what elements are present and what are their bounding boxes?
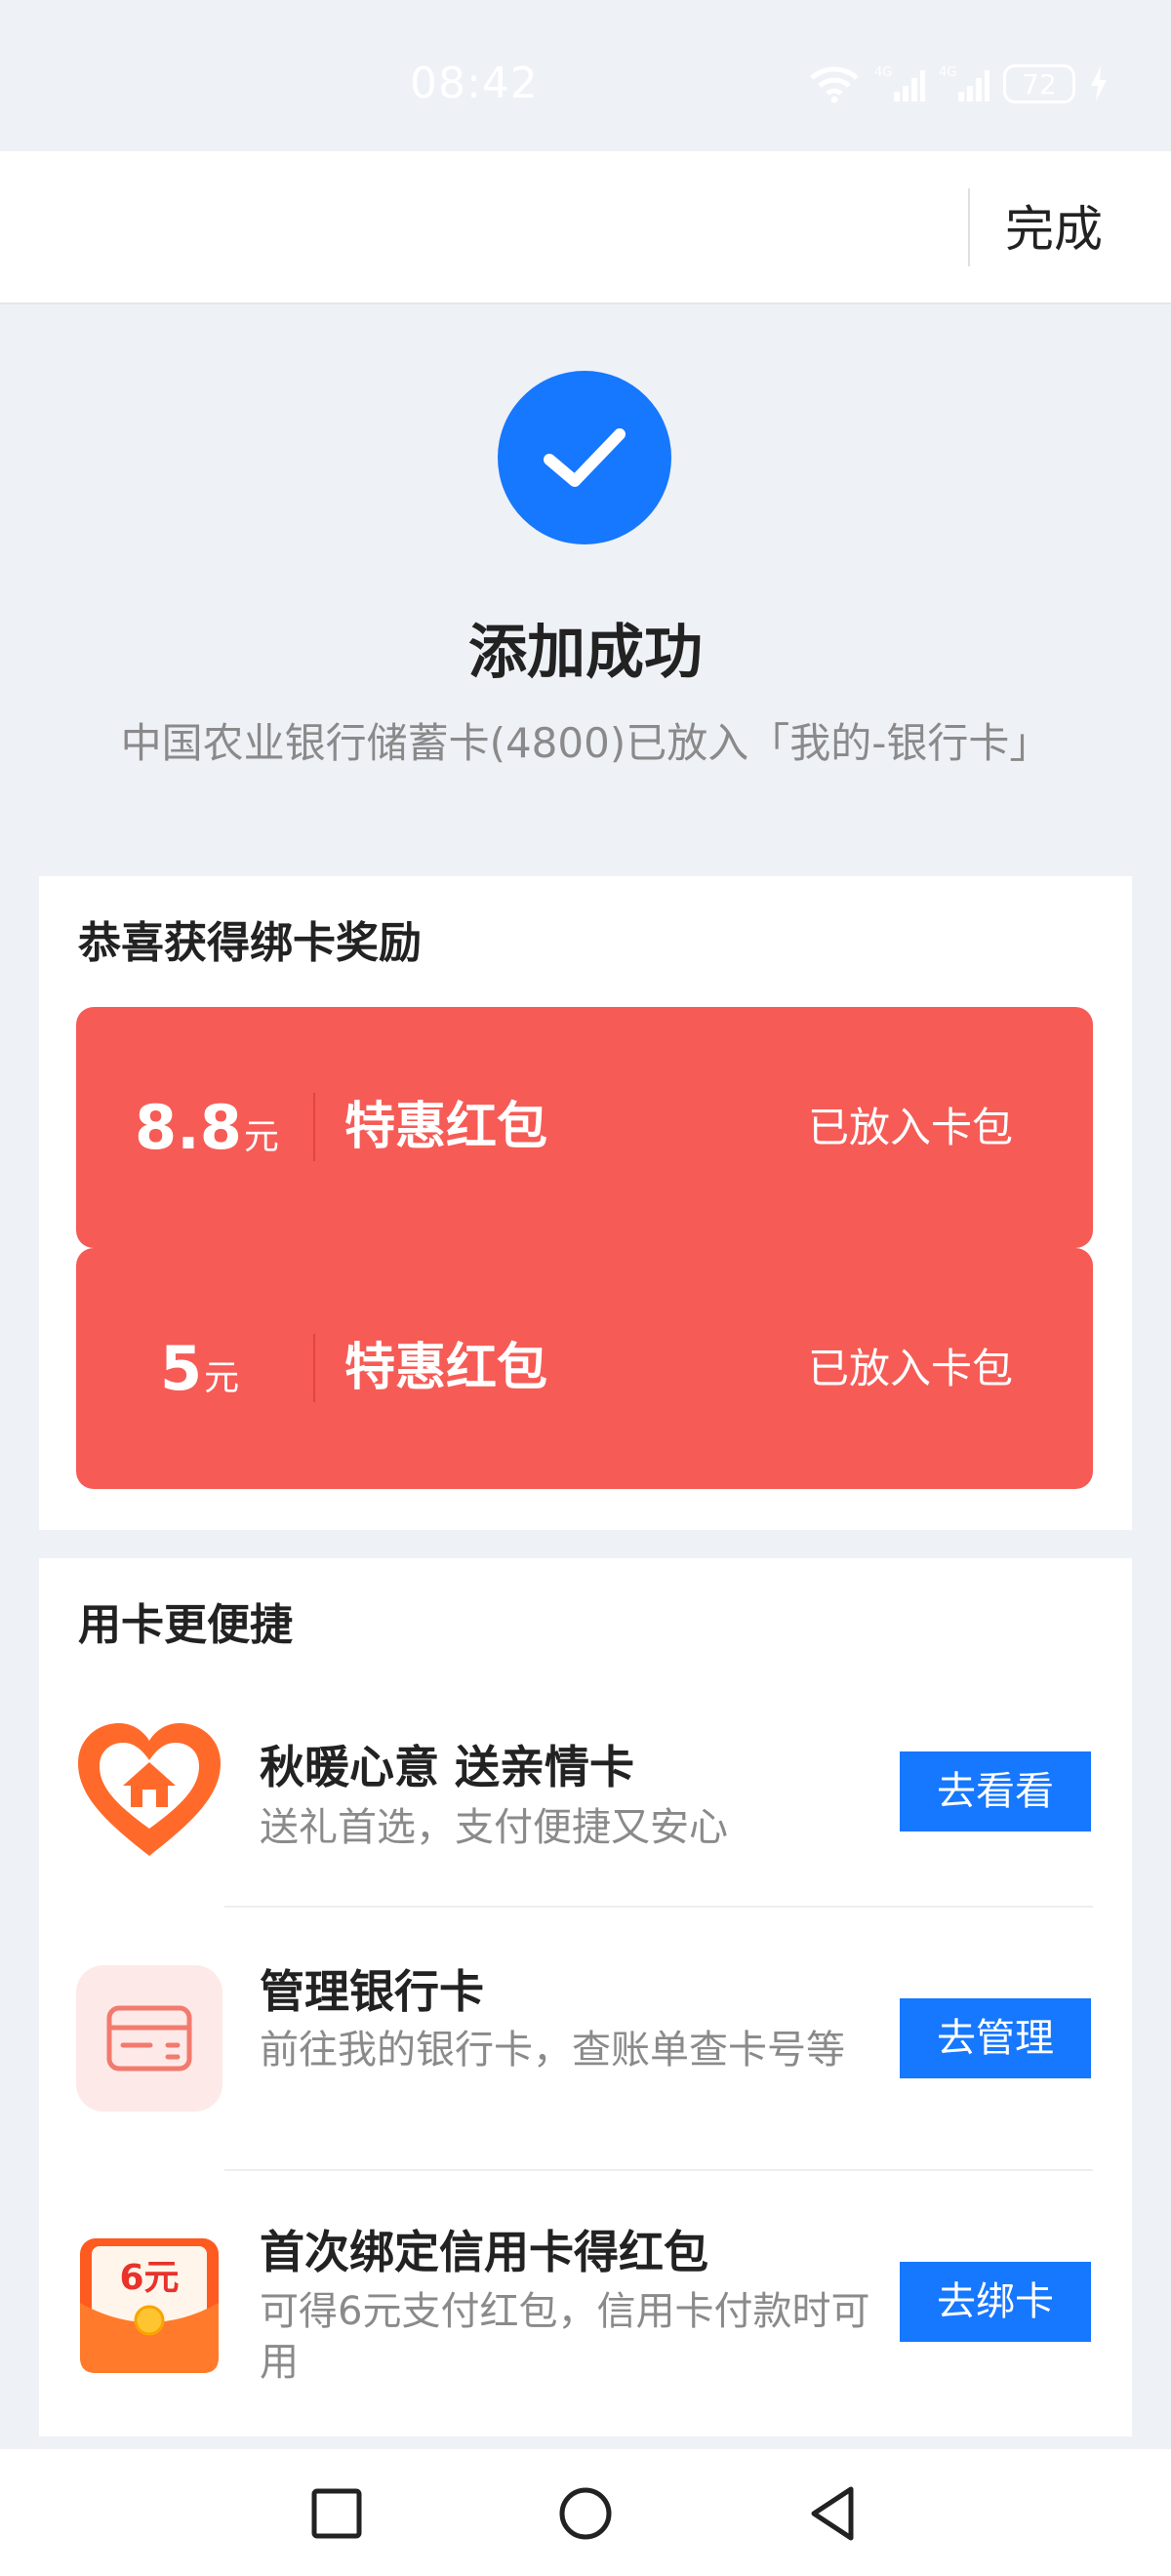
network-label-2: 4G	[939, 65, 956, 80]
recent-apps-icon[interactable]	[304, 2481, 369, 2546]
view-button[interactable]: 去看看	[900, 1751, 1091, 1831]
success-subtitle: 中国农业银行储蓄卡(4800)已放入「我的-银行卡」	[120, 719, 1051, 767]
top-bar: 完成	[0, 151, 1171, 304]
coupon-status: 已放入卡包	[807, 1104, 1013, 1151]
feature-desc: 可得6元支付红包，信用卡付款时可用	[260, 2289, 870, 2385]
feature-desc: 送礼首选，支付便捷又安心	[260, 1805, 728, 1850]
home-icon[interactable]	[553, 2481, 618, 2546]
quick-card: 用卡更便捷 秋暖心意 送亲情卡 送礼首选，支付便捷又安心 去看看 管理银行卡 前…	[39, 1558, 1132, 2436]
battery-icon: 72	[1003, 64, 1075, 103]
coupon-divider	[313, 1093, 315, 1161]
status-icons: 4G 4G 72	[808, 60, 1109, 107]
coupon-amount-unit: 元	[243, 1117, 279, 1157]
success-title: 添加成功	[468, 619, 703, 687]
bind-card-button[interactable]: 去绑卡	[900, 2262, 1091, 2342]
back-icon[interactable]	[802, 2481, 867, 2546]
signal-4g-icon: 4G	[939, 64, 989, 103]
top-bar-divider	[968, 188, 970, 266]
divider	[224, 1906, 1093, 1908]
feature-title: 首次绑定信用卡得红包	[260, 2226, 708, 2278]
reward-card: 恭喜获得绑卡奖励 8.8元 特惠红包 已放入卡包 5元 特惠红包 已放入卡包	[39, 876, 1132, 1530]
nav-bar	[0, 2449, 1171, 2576]
network-label-1: 4G	[874, 65, 892, 80]
charging-icon	[1089, 64, 1109, 103]
red-envelope-icon: 6元	[76, 2234, 222, 2381]
envelope-badge: 6元	[119, 2258, 179, 2298]
coupon-amount: 5元	[160, 1248, 239, 1489]
coupon-amount: 8.8元	[135, 1007, 279, 1248]
reward-title: 恭喜获得绑卡奖励	[78, 918, 422, 968]
heart-home-icon	[76, 1719, 222, 1866]
divider	[224, 2169, 1093, 2171]
coupon-name: 特惠红包	[344, 1098, 548, 1156]
bank-card-icon	[76, 1965, 222, 2112]
coupon-amount-value: 8.8	[135, 1092, 242, 1163]
manage-button[interactable]: 去管理	[900, 1998, 1091, 2078]
feature-title: 管理银行卡	[260, 1965, 484, 2018]
coupon-amount-value: 5	[160, 1333, 203, 1404]
coupon-divider	[313, 1334, 315, 1402]
status-bar: 08:42 4G 4G 72	[0, 0, 1171, 151]
signal-4g-icon: 4G	[874, 64, 925, 103]
done-button[interactable]: 完成	[1005, 190, 1103, 268]
coupon-amount-unit: 元	[204, 1358, 240, 1398]
coupon-card: 5元 特惠红包 已放入卡包	[76, 1248, 1093, 1489]
coupon-card: 8.8元 特惠红包 已放入卡包	[76, 1007, 1093, 1248]
quick-title: 用卡更便捷	[78, 1600, 293, 1650]
status-time: 08:42	[410, 59, 539, 108]
feature-desc: 前往我的银行卡，查账单查卡号等	[260, 2028, 845, 2073]
coupon-status: 已放入卡包	[807, 1345, 1013, 1392]
wifi-icon	[808, 64, 861, 103]
coupon-name: 特惠红包	[344, 1339, 548, 1397]
feature-title: 秋暖心意 送亲情卡	[260, 1741, 635, 1793]
check-circle-icon	[498, 371, 671, 544]
